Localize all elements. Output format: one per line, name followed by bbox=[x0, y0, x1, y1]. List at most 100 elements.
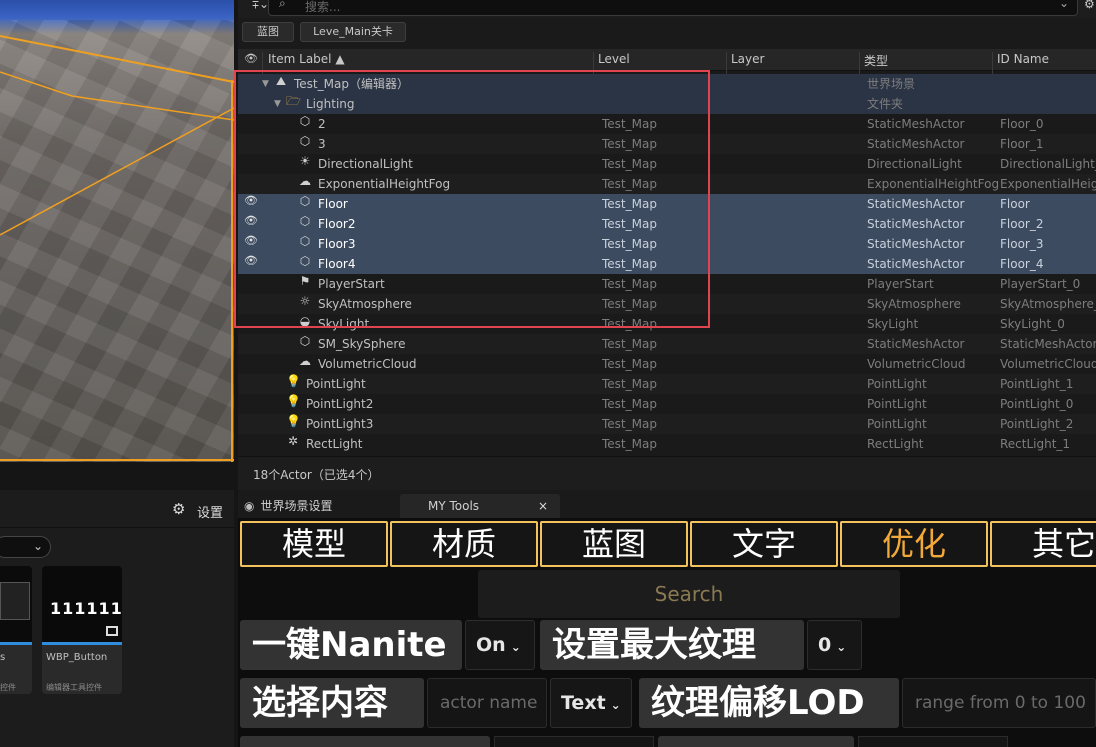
row-id-name: Floor bbox=[1000, 197, 1030, 211]
row-type: ExponentialHeightFog bbox=[867, 177, 1000, 191]
settings-button[interactable]: 设置 bbox=[197, 502, 223, 521]
gear-icon[interactable]: ⚙ bbox=[172, 500, 185, 518]
category-other[interactable]: 其它 bbox=[990, 521, 1096, 567]
row-id-name: PointLight_2 bbox=[1000, 417, 1074, 431]
outliner-row[interactable]: ✲ RectLight Test_Map RectLight RectLight_1 bbox=[238, 434, 1096, 454]
row-label: SM_SkySphere bbox=[318, 337, 406, 351]
row-id-name: Floor_0 bbox=[1000, 117, 1044, 131]
filter-chip-level[interactable]: Leve_Main关卡 bbox=[300, 22, 406, 42]
asset-card-wbp-button[interactable]: 111111 WBP_Button 编辑器工具控件 bbox=[42, 566, 122, 694]
globe-icon: ◉ bbox=[244, 499, 255, 513]
row-type: StaticMeshActor bbox=[867, 117, 965, 131]
row-level: Test_Map bbox=[602, 337, 657, 351]
my-tools-panel: ◉ 世界场景设置 MY Tools × 模型 材质 蓝图 文字 优化 其它 Sea… bbox=[238, 490, 1096, 747]
column-item-label[interactable]: Item Label ▲ bbox=[268, 52, 345, 66]
cloud-icon: ☁ bbox=[299, 354, 311, 368]
column-level[interactable]: Level bbox=[598, 52, 630, 66]
row-type: PointLight bbox=[867, 397, 927, 411]
outliner-row[interactable]: ☁ VolumetricCloud Test_Map VolumetricCloud V… bbox=[238, 354, 1096, 374]
tool-search-input[interactable]: Search bbox=[478, 570, 900, 618]
search-input[interactable]: ⌕ 搜索... ⌄ bbox=[268, 0, 1078, 16]
row-type: PointLight bbox=[867, 417, 927, 431]
next-row-input-2[interactable] bbox=[858, 736, 1008, 747]
point-light-icon: 💡 bbox=[286, 374, 301, 388]
search-icon: ⌕ bbox=[279, 0, 286, 10]
tab-my-tools[interactable]: MY Tools × bbox=[400, 494, 560, 518]
row-label: VolumetricCloud bbox=[318, 357, 417, 371]
actor-name-input[interactable]: actor name bbox=[427, 678, 547, 728]
filter-icon[interactable]: ⩱⌄ bbox=[252, 0, 269, 12]
column-type[interactable]: 类型 bbox=[864, 52, 888, 69]
row-id-name: Floor_4 bbox=[1000, 257, 1044, 271]
outliner-row[interactable]: 💡 PointLight Test_Map PointLight PointLight_… bbox=[238, 374, 1096, 394]
tab-bar: ◉ 世界场景设置 MY Tools × bbox=[238, 490, 1096, 518]
category-text[interactable]: 文字 bbox=[690, 521, 838, 567]
outliner-row[interactable]: ⬡ SM_SkySphere Test_Map StaticMeshActor Stat… bbox=[238, 334, 1096, 354]
row-id-name: PointLight_0 bbox=[1000, 397, 1074, 411]
row-type: 世界场景 bbox=[867, 77, 916, 91]
content-browser-panel: ⚙ 设置 ⌄ s 控件 111111 WBP_Button 编辑器工具控件 bbox=[0, 490, 234, 747]
row-id-name: StaticMeshActor bbox=[1000, 337, 1096, 351]
row-type: PointLight bbox=[867, 377, 927, 391]
column-id-name[interactable]: ID Name bbox=[997, 52, 1049, 66]
max-texture-button[interactable]: 设置最大纹理 bbox=[540, 620, 804, 670]
outliner-row[interactable]: 💡 PointLight2 Test_Map PointLight PointLight… bbox=[238, 394, 1096, 414]
row-type: PlayerStart bbox=[867, 277, 934, 291]
lod-range-input[interactable]: range from 0 to 100 bbox=[902, 678, 1096, 728]
row-type: DirectionalLight bbox=[867, 157, 962, 171]
category-material[interactable]: 材质 bbox=[390, 521, 538, 567]
settings-icon[interactable]: ⚙ bbox=[1084, 0, 1095, 11]
row-level: Test_Map bbox=[602, 417, 657, 431]
row-label: PointLight bbox=[306, 377, 366, 391]
row-type: StaticMeshActor bbox=[867, 237, 965, 251]
asset-type: 控件 bbox=[0, 683, 16, 692]
rect-light-icon: ✲ bbox=[287, 434, 299, 448]
category-optimize[interactable]: 优化 bbox=[840, 521, 988, 567]
nanite-button[interactable]: 一键Nanite bbox=[240, 620, 462, 670]
row-level: Test_Map bbox=[602, 397, 657, 411]
row-id-name: ExponentialHeigh bbox=[1000, 177, 1096, 191]
row-label: PointLight2 bbox=[306, 397, 374, 411]
point-light-icon: 💡 bbox=[286, 394, 301, 408]
row-type: StaticMeshActor bbox=[867, 337, 965, 351]
chevron-down-icon: ⌄ bbox=[610, 698, 621, 712]
static-mesh-icon: ⬡ bbox=[299, 334, 311, 348]
asset-card[interactable]: s 控件 bbox=[0, 566, 32, 694]
next-row-button[interactable] bbox=[240, 736, 490, 747]
select-content-button[interactable]: 选择内容 bbox=[240, 678, 424, 728]
highlight-box bbox=[234, 70, 710, 328]
max-texture-combo[interactable]: 0 ⌄ bbox=[807, 620, 862, 670]
visibility-icon[interactable]: 👁 bbox=[244, 52, 258, 65]
level-viewport[interactable] bbox=[0, 0, 234, 462]
row-type: RectLight bbox=[867, 437, 924, 451]
row-type: StaticMeshActor bbox=[867, 197, 965, 211]
actor-count: 18个Actor（已选4个） bbox=[238, 456, 1096, 490]
category-blueprint[interactable]: 蓝图 bbox=[540, 521, 688, 567]
row-id-name: RectLight_1 bbox=[1000, 437, 1071, 451]
column-layer[interactable]: Layer bbox=[731, 52, 764, 66]
row-id-name: PlayerStart_0 bbox=[1000, 277, 1081, 291]
chevron-down-icon: ⌄ bbox=[33, 539, 44, 553]
panel-header: ⚙ 设置 bbox=[0, 490, 234, 528]
asset-type: 编辑器工具控件 bbox=[46, 683, 102, 692]
row-id-name: SkyAtmosphere_ bbox=[1000, 297, 1096, 311]
next-row-input[interactable] bbox=[494, 736, 654, 747]
text-combo[interactable]: Text ⌄ bbox=[550, 678, 632, 728]
row-type: SkyLight bbox=[867, 317, 919, 331]
asset-name: WBP_Button bbox=[46, 652, 108, 663]
texture-lod-button[interactable]: 纹理偏移LOD bbox=[639, 678, 899, 728]
widget-icon bbox=[106, 626, 118, 636]
row-type: StaticMeshActor bbox=[867, 137, 965, 151]
nanite-combo[interactable]: On ⌄ bbox=[465, 620, 535, 670]
row-label: PointLight3 bbox=[306, 417, 374, 431]
outliner-row[interactable]: 💡 PointLight3 Test_Map PointLight PointLight… bbox=[238, 414, 1096, 434]
filter-dropdown[interactable]: ⌄ bbox=[0, 536, 51, 558]
filter-chip-blueprint[interactable]: 蓝图 bbox=[242, 22, 294, 42]
point-light-icon: 💡 bbox=[286, 414, 301, 428]
category-model[interactable]: 模型 bbox=[240, 521, 388, 567]
row-label: RectLight bbox=[306, 437, 363, 451]
tab-world-settings[interactable]: ◉ 世界场景设置 bbox=[244, 494, 394, 518]
next-row-button-2[interactable] bbox=[658, 736, 854, 747]
close-icon[interactable]: × bbox=[538, 494, 548, 518]
chevron-down-icon[interactable]: ⌄ bbox=[1059, 0, 1069, 10]
